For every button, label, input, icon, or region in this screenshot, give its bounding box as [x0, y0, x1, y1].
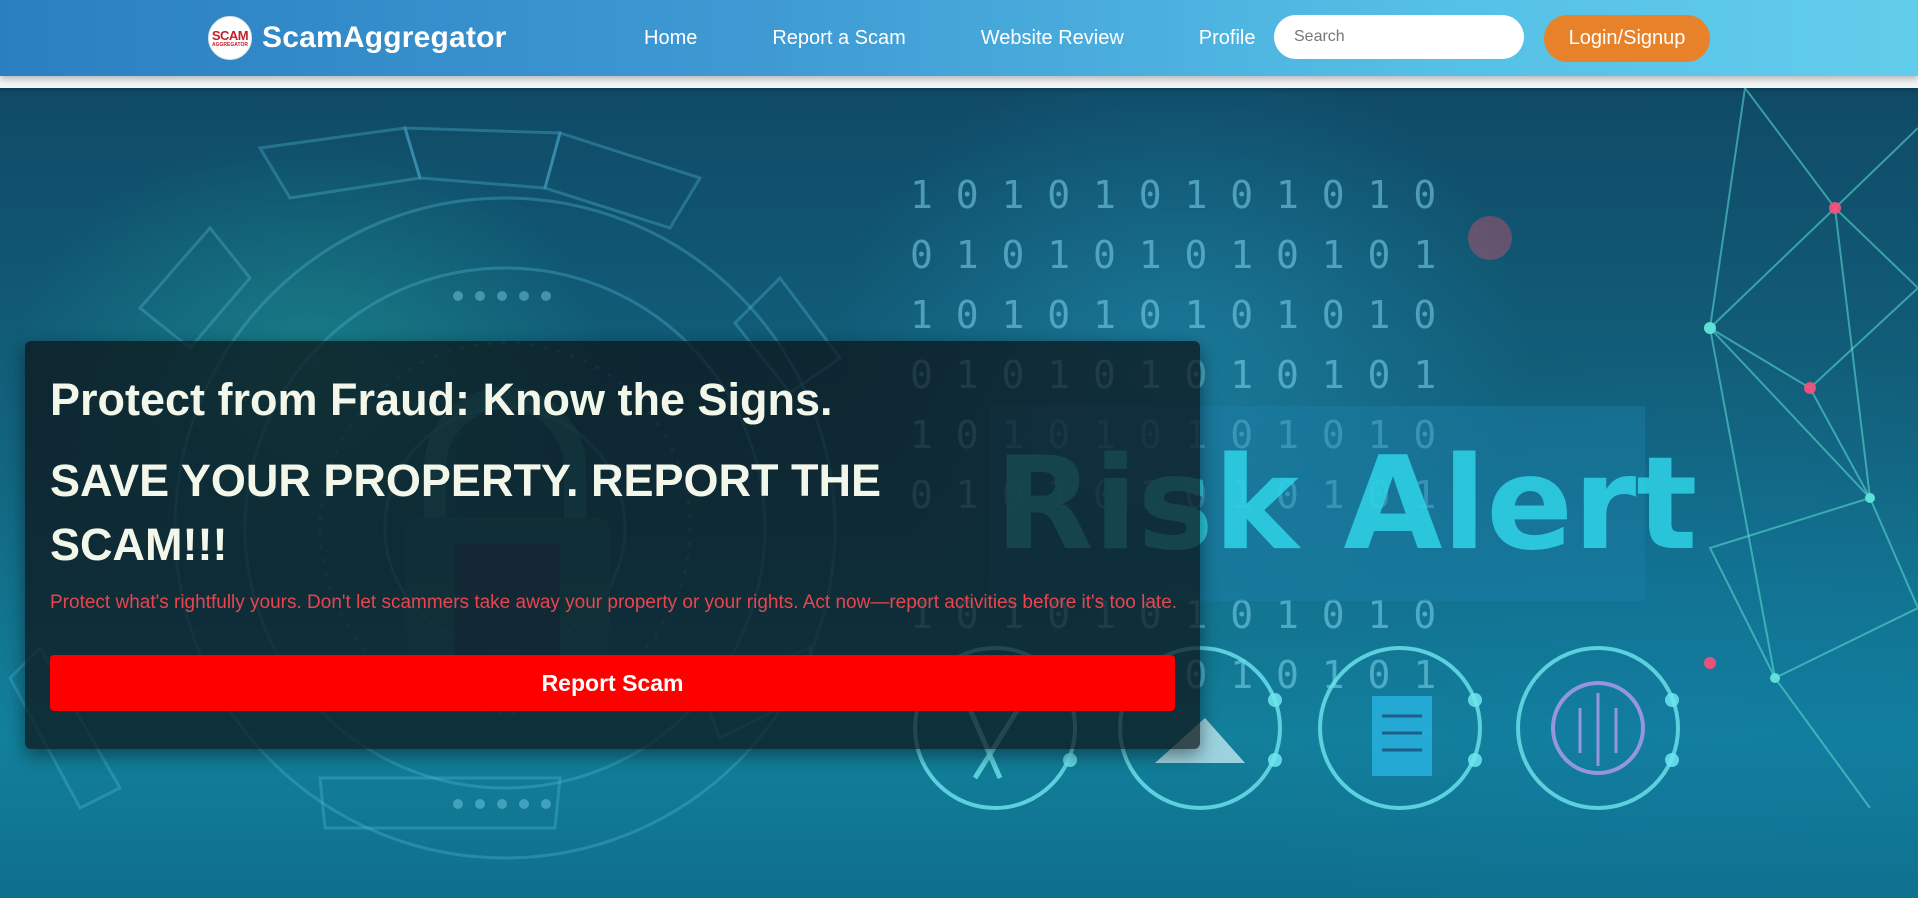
top-navbar: SCAM AGGREGATOR ScamAggregator Home Repo…: [0, 0, 1918, 76]
logo-text-bottom: AGGREGATOR: [212, 41, 248, 48]
hero-title: Protect from Fraud: Know the Signs.: [50, 374, 833, 425]
nav-link-report-scam[interactable]: Report a Scam: [772, 27, 905, 50]
nav-link-profile[interactable]: Profile: [1199, 27, 1256, 50]
hero-subtitle: Protect what's rightfully yours. Don't l…: [50, 592, 1178, 613]
hero-banner: 1 0 1 0 1 0 1 0 1 0 1 0 0 1 0 1 0 1 0 1 …: [0, 88, 1918, 898]
hero-overlay-card: Protect from Fraud: Know the Signs. SAVE…: [25, 341, 1200, 749]
nav-links: Home Report a Scam Website Review Profil…: [644, 24, 1255, 52]
svg-text:1 0 1 0 1 0 1 0 1 0: 1 0 1 0 1 0 1 0 1 0 1 0: [910, 173, 1436, 217]
login-signup-button[interactable]: Login/Signup: [1544, 15, 1710, 62]
nav-link-website-review[interactable]: Website Review: [981, 27, 1124, 50]
search-input[interactable]: [1274, 15, 1524, 59]
brand-name: ScamAggregator: [262, 21, 507, 54]
navbar-divider: [0, 76, 1918, 88]
svg-text:1 0 1 0 1 0 1 0 1 0: 1 0 1 0 1 0 1 0 1 0 1 0: [910, 293, 1436, 337]
report-scam-button[interactable]: Report Scam: [50, 655, 1175, 711]
svg-text:0 1 0 1 0 1 0 1 0 1: 0 1 0 1 0 1 0 1 0 1 0 1: [910, 233, 1436, 277]
brand-home-link[interactable]: SCAM AGGREGATOR ScamAggregator: [208, 16, 507, 60]
logo-text-top: SCAM: [211, 27, 249, 43]
logo-icon: SCAM AGGREGATOR: [208, 16, 252, 60]
hero-headline: SAVE YOUR PROPERTY. REPORT THE SCAM!!!: [50, 455, 881, 570]
nav-link-home[interactable]: Home: [644, 27, 697, 50]
